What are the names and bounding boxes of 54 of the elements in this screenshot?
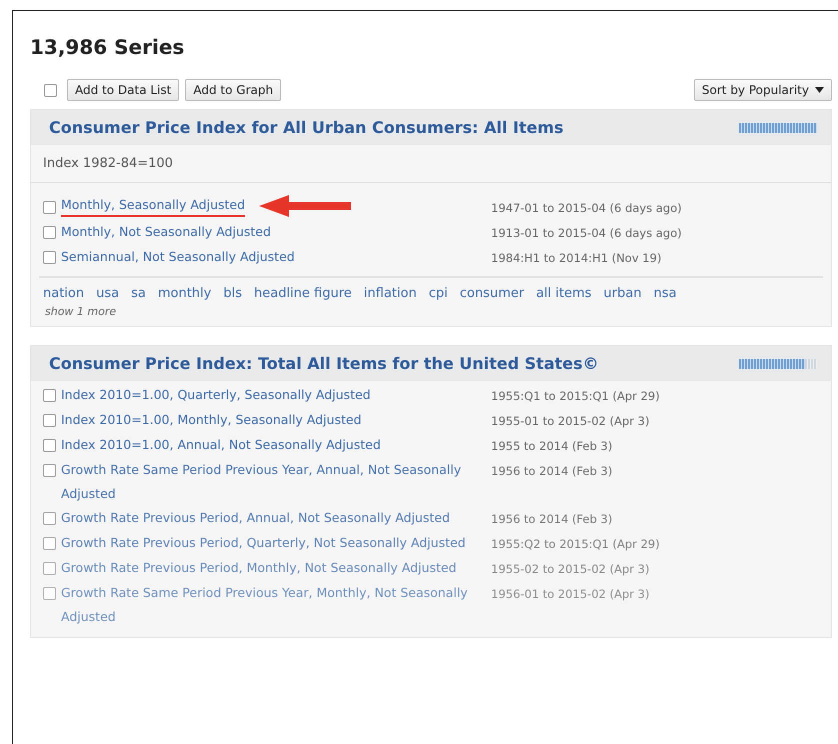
date-range: 1984:H1 to 2014:H1 (Nov 19) — [491, 250, 662, 267]
tag-link[interactable]: cpi — [428, 286, 448, 301]
tag-link[interactable]: monthly — [158, 286, 212, 301]
row-checkbox[interactable] — [43, 439, 56, 452]
tag-link[interactable]: inflation — [364, 286, 417, 301]
series-link[interactable]: Index 2010=1.00, Monthly, Seasonally Adjusted — [61, 408, 362, 432]
tag-link[interactable]: sa — [131, 286, 146, 301]
date-range: 1947-01 to 2015-04 (6 days ago) — [491, 200, 683, 217]
sort-dropdown[interactable]: Sort by Popularity — [694, 79, 832, 101]
series-link[interactable]: Growth Rate Previous Period, Monthly, Not Seasonally Adjusted — [61, 556, 456, 580]
tag-link[interactable]: nation — [43, 286, 84, 301]
series-link[interactable]: Monthly, Seasonally Adjusted — [61, 195, 246, 217]
series-link[interactable]: Growth Rate Same Period Previous Year, Monthly, Not Seasonally Adjusted — [61, 581, 491, 629]
date-range: 1956-01 to 2015-02 (Apr 3) — [491, 586, 650, 603]
series-link[interactable]: Growth Rate Previous Period, Annual, Not Seasonally Adjusted — [61, 506, 450, 530]
tag-link[interactable]: nsa — [654, 286, 677, 301]
tag-link[interactable]: bls — [223, 286, 242, 301]
tag-link[interactable]: usa — [96, 286, 120, 301]
date-range: 1955:Q1 to 2015:Q1 (Apr 29) — [491, 388, 661, 405]
toolbar-button[interactable]: Add to Data List — [67, 79, 180, 101]
select-all-checkbox[interactable] — [44, 84, 57, 96]
row-checkbox[interactable] — [43, 414, 56, 427]
tag-link[interactable]: urban — [604, 286, 642, 301]
row-checkbox[interactable] — [43, 537, 56, 550]
row-checkbox[interactable] — [43, 587, 56, 600]
row-checkbox[interactable] — [43, 251, 56, 264]
row-checkbox[interactable] — [43, 201, 56, 214]
series-link[interactable]: Growth Rate Previous Period, Quarterly, Not Seasonally Adjusted — [61, 531, 466, 555]
date-range: 1956 to 2014 (Feb 3) — [491, 511, 614, 528]
series-link[interactable]: Growth Rate Same Period Previous Year, Annual, Not Seasonally Adjusted — [61, 458, 491, 506]
row-checkbox[interactable] — [43, 512, 56, 525]
date-range: 1956 to 2014 (Feb 3) — [491, 463, 614, 480]
date-range: 1955-02 to 2015-02 (Apr 3) — [491, 561, 650, 578]
date-range: 1955-01 to 2015-02 (Apr 3) — [491, 413, 650, 430]
tag-link[interactable]: all items — [536, 286, 592, 301]
row-checkbox[interactable] — [43, 562, 56, 575]
date-range: 1955 to 2014 (Feb 3) — [491, 438, 614, 455]
row-checkbox[interactable] — [43, 389, 56, 402]
series-link[interactable]: Monthly, Not Seasonally Adjusted — [61, 220, 271, 244]
results-title: 13,986 Series — [30, 35, 186, 59]
units-label: Index 1982-84=100 — [31, 145, 831, 183]
tag-link[interactable]: headline figure — [254, 286, 352, 301]
toolbar-button[interactable]: Add to Graph — [185, 79, 282, 101]
date-range: 1913-01 to 2015-04 (6 days ago) — [491, 225, 683, 242]
date-range: 1955:Q2 to 2015:Q1 (Apr 29) — [491, 536, 661, 553]
series-link[interactable]: Semiannual, Not Seasonally Adjusted — [61, 245, 295, 269]
row-checkbox[interactable] — [43, 464, 56, 477]
arrow-icon — [259, 195, 352, 217]
caret-icon — [815, 87, 824, 93]
row-checkbox[interactable] — [43, 226, 56, 239]
series-link[interactable]: Index 2010=1.00, Annual, Not Seasonally Adjusted — [61, 433, 381, 457]
tag-link[interactable]: consumer — [460, 286, 524, 301]
show-more-link[interactable]: show 1 more — [45, 305, 817, 318]
series-link[interactable]: Index 2010=1.00, Quarterly, Seasonally Adjusted — [61, 383, 371, 407]
